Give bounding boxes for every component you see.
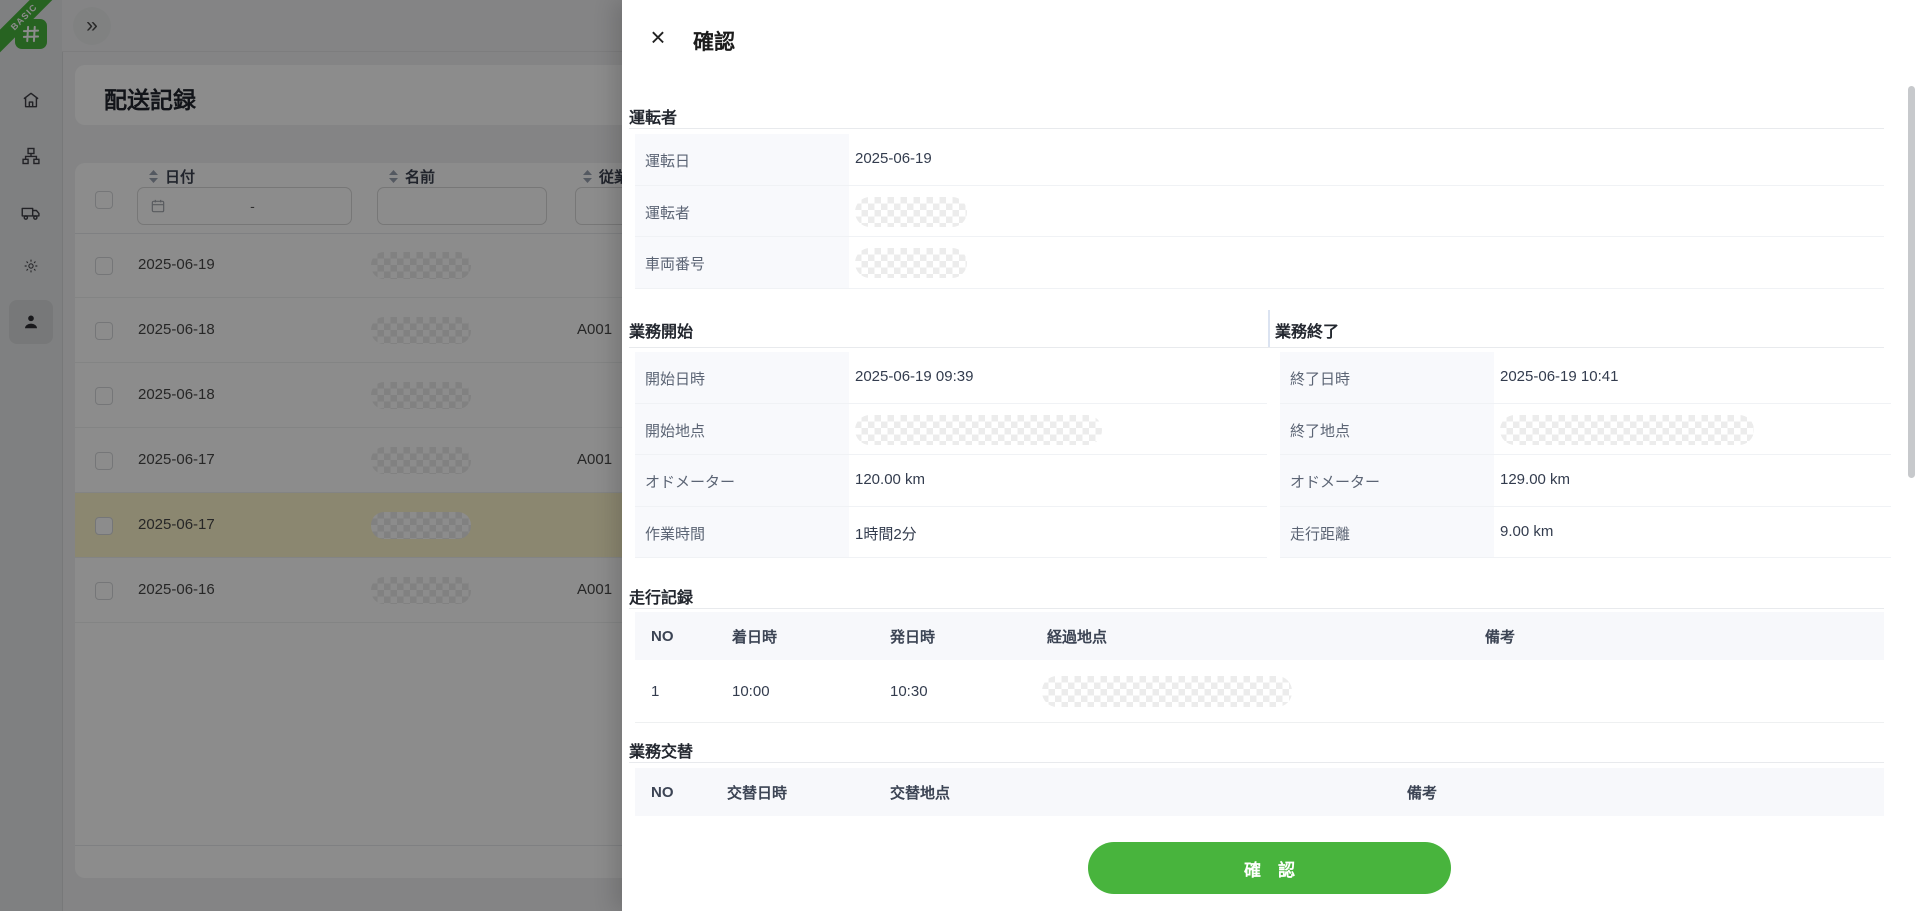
divider (1268, 310, 1270, 347)
redacted-value (1500, 414, 1754, 445)
redacted-value (1042, 675, 1292, 707)
section-driver: 運転者 運転日 2025-06-19 運転者 車両番号 (629, 96, 1884, 296)
column-header: 発日時 (890, 628, 936, 646)
section-trip-log: 走行記録 NO 着日時 発日時 経過地点 備考 1 10:00 10:30 (629, 578, 1884, 728)
field-row: 終了地点 (1280, 403, 1891, 455)
field-value: 120.00 km (855, 471, 926, 488)
close-icon: × (650, 22, 666, 52)
trip-log-header-row: NO 着日時 発日時 経過地点 備考 (635, 612, 1884, 660)
divider (629, 347, 1884, 348)
field-row: 作業時間 1時間2分 (635, 506, 1267, 558)
field-label: 開始地点 (635, 403, 849, 454)
column-header: 備考 (1407, 784, 1438, 802)
field-label: 車両番号 (635, 237, 849, 288)
field-value: 2025-06-19 (855, 150, 932, 167)
field-row: 運転日 2025-06-19 (635, 134, 1884, 186)
section-title: 走行記録 (629, 590, 694, 607)
column-header: 交替地点 (890, 784, 951, 802)
field-row: 走行距離 9.00 km (1280, 506, 1891, 558)
field-row: 運転者 (635, 185, 1884, 237)
section-title: 業務交替 (629, 744, 694, 761)
close-button[interactable]: × (643, 22, 673, 52)
field-label: 開始日時 (635, 352, 849, 403)
field-label: 終了地点 (1280, 403, 1494, 454)
trip-departure: 10:30 (890, 682, 928, 700)
field-value: 2025-06-19 10:41 (1500, 368, 1619, 385)
field-value: 2025-06-19 09:39 (855, 368, 974, 385)
divider (629, 762, 1884, 763)
field-row: 終了日時 2025-06-19 10:41 (1280, 352, 1891, 404)
redacted-value (855, 196, 967, 227)
field-value: 9.00 km (1500, 522, 1554, 540)
confirm-drawer: × 確認 運転者 運転日 2025-06-19 運転者 車両番号 業務開始 業務… (622, 0, 1920, 911)
column-header: 交替日時 (727, 784, 788, 802)
field-label: 運転者 (635, 185, 849, 236)
column-header: 経過地点 (1047, 628, 1108, 646)
field-row: 開始地点 (635, 403, 1267, 455)
redacted-value (855, 248, 967, 278)
shift-change-header-row: NO 交替日時 交替地点 備考 (635, 768, 1884, 816)
column-header: NO (651, 783, 674, 801)
redacted-value (855, 414, 1102, 445)
column-header: 着日時 (732, 628, 778, 646)
trip-log-row: 1 10:00 10:30 (635, 660, 1884, 723)
field-label: 運転日 (635, 134, 849, 185)
column-header: NO (651, 627, 674, 645)
field-value: 1時間2分 (855, 525, 917, 543)
field-label: 作業時間 (635, 506, 849, 557)
field-row: オドメーター 120.00 km (635, 455, 1267, 507)
section-title: 業務終了 (1275, 324, 1340, 341)
field-row: オドメーター 129.00 km (1280, 455, 1891, 507)
field-label: 走行距離 (1280, 506, 1494, 557)
field-label: 終了日時 (1280, 352, 1494, 403)
divider (629, 128, 1884, 129)
drawer-scrollbar[interactable] (1908, 86, 1915, 478)
field-label: オドメーター (635, 455, 849, 506)
confirm-button[interactable]: 確 認 (1088, 842, 1451, 894)
trip-arrival: 10:00 (732, 682, 770, 700)
field-row: 車両番号 (635, 237, 1884, 289)
trip-no: 1 (651, 682, 660, 700)
section-title: 業務開始 (629, 324, 694, 341)
column-header: 備考 (1485, 628, 1516, 646)
section-title: 運転者 (629, 110, 678, 127)
drawer-title: 確認 (693, 31, 735, 54)
field-label: オドメーター (1280, 455, 1494, 506)
trip-point (1031, 675, 1469, 707)
field-value: 129.00 km (1500, 471, 1571, 488)
section-work: 業務開始 業務終了 開始日時 2025-06-19 09:39 開始地点 オドメ… (629, 310, 1891, 560)
field-row: 開始日時 2025-06-19 09:39 (635, 352, 1267, 404)
app-screen: BASIC » 配送記録 日付 名前 従業 - 2025-06-19 2025-… (0, 0, 1920, 911)
divider (629, 608, 1884, 609)
section-shift-change: 業務交替 NO 交替日時 交替地点 備考 (629, 732, 1884, 822)
